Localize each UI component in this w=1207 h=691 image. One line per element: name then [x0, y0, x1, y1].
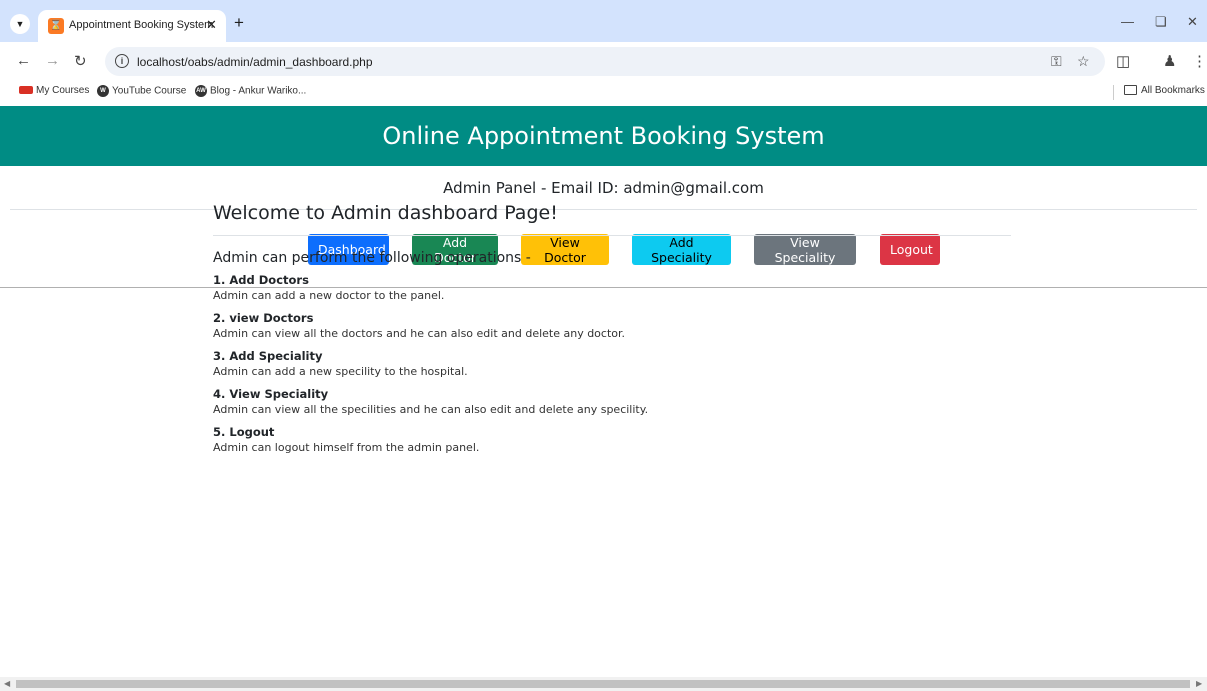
operation-title: 3. Add Speciality: [213, 349, 323, 363]
forward-icon[interactable]: →: [45, 52, 60, 69]
address-bar[interactable]: i localhost/oabs/admin/admin_dashboard.p…: [105, 47, 1105, 76]
bookmarks-bar: My Courses W YouTube Course AW Blog - Anku…: [0, 80, 1207, 106]
horizontal-scrollbar[interactable]: ◀ ▶: [0, 677, 1207, 691]
minimize-icon[interactable]: —: [1121, 14, 1134, 29]
close-tab-icon[interactable]: ✕: [206, 17, 217, 33]
operation-title: 1. Add Doctors: [213, 273, 309, 287]
scroll-left-icon[interactable]: ◀: [4, 679, 10, 688]
browser-toolbar: ← → ↻ i localhost/oabs/admin/admin_dashb…: [0, 42, 1207, 80]
close-window-icon[interactable]: ✕: [1187, 14, 1198, 30]
bookmark-star-icon[interactable]: ☆: [1077, 53, 1090, 70]
operation-item: 4. View Speciality Admin can view all th…: [213, 387, 1011, 418]
tab-strip: ▼ ⌛ Appointment Booking System ✕ + — ❏ ✕: [0, 0, 1207, 42]
scrollbar-thumb[interactable]: [16, 680, 1190, 688]
active-tab[interactable]: ⌛ Appointment Booking System ✕: [38, 10, 226, 42]
tab-title: Appointment Booking System: [69, 19, 214, 31]
back-icon[interactable]: ←: [16, 52, 31, 69]
operation-description: Admin can add a new specility to the hos…: [213, 365, 468, 378]
bookmark-item[interactable]: My Courses: [19, 85, 89, 96]
site-info-icon[interactable]: i: [115, 54, 129, 68]
bookmark-item[interactable]: AW Blog - Ankur Wariko...: [195, 85, 306, 97]
site-header: Online Appointment Booking System: [0, 106, 1207, 166]
reload-icon[interactable]: ↻: [74, 52, 87, 70]
extensions-icon[interactable]: ◫: [1116, 52, 1130, 70]
profile-avatar-icon[interactable]: ♟: [1163, 52, 1176, 70]
courses-favicon-icon: [19, 86, 33, 95]
xampp-favicon-icon: ⌛: [48, 18, 64, 34]
operation-item: 3. Add Speciality Admin can add a new sp…: [213, 349, 1011, 380]
operation-title: 5. Logout: [213, 425, 275, 439]
tab-search-chevron-icon[interactable]: ▼: [10, 14, 30, 34]
menu-kebab-icon[interactable]: ⋮: [1192, 52, 1207, 70]
bookmark-item[interactable]: W YouTube Course: [97, 85, 186, 97]
operation-item: 1. Add Doctors Admin can add a new docto…: [213, 273, 1011, 304]
operations-heading: Admin can perform the following operatio…: [213, 250, 531, 266]
all-bookmarks-button[interactable]: All Bookmarks: [1124, 85, 1205, 96]
new-tab-icon[interactable]: +: [234, 14, 244, 31]
operation-description: Admin can add a new doctor to the panel.: [213, 289, 445, 302]
password-key-icon[interactable]: ⚿: [1051, 53, 1062, 70]
dashboard-content: Welcome to Admin dashboard Page! Admin c…: [213, 200, 1011, 456]
operation-title: 4. View Speciality: [213, 387, 329, 401]
operation-title: 2. view Doctors: [213, 311, 314, 325]
operation-item: 2. view Doctors Admin can view all the d…: [213, 311, 1011, 342]
restore-icon[interactable]: ❏: [1155, 14, 1167, 30]
folder-icon: [1124, 85, 1137, 96]
page-title: Welcome to Admin dashboard Page!: [213, 200, 1011, 236]
blog-favicon-icon: AW: [195, 85, 207, 97]
operation-description: Admin can logout himself from the admin …: [213, 441, 480, 454]
url-text[interactable]: localhost/oabs/admin/admin_dashboard.php: [137, 55, 373, 69]
operation-item: 5. Logout Admin can logout himself from …: [213, 425, 1011, 456]
youtube-course-favicon-icon: W: [97, 85, 109, 97]
operation-description: Admin can view all the doctors and he ca…: [213, 327, 626, 340]
scroll-right-icon[interactable]: ▶: [1196, 679, 1202, 688]
bookmark-separator: [1113, 85, 1114, 100]
operation-description: Admin can view all the specilities and h…: [213, 403, 649, 416]
